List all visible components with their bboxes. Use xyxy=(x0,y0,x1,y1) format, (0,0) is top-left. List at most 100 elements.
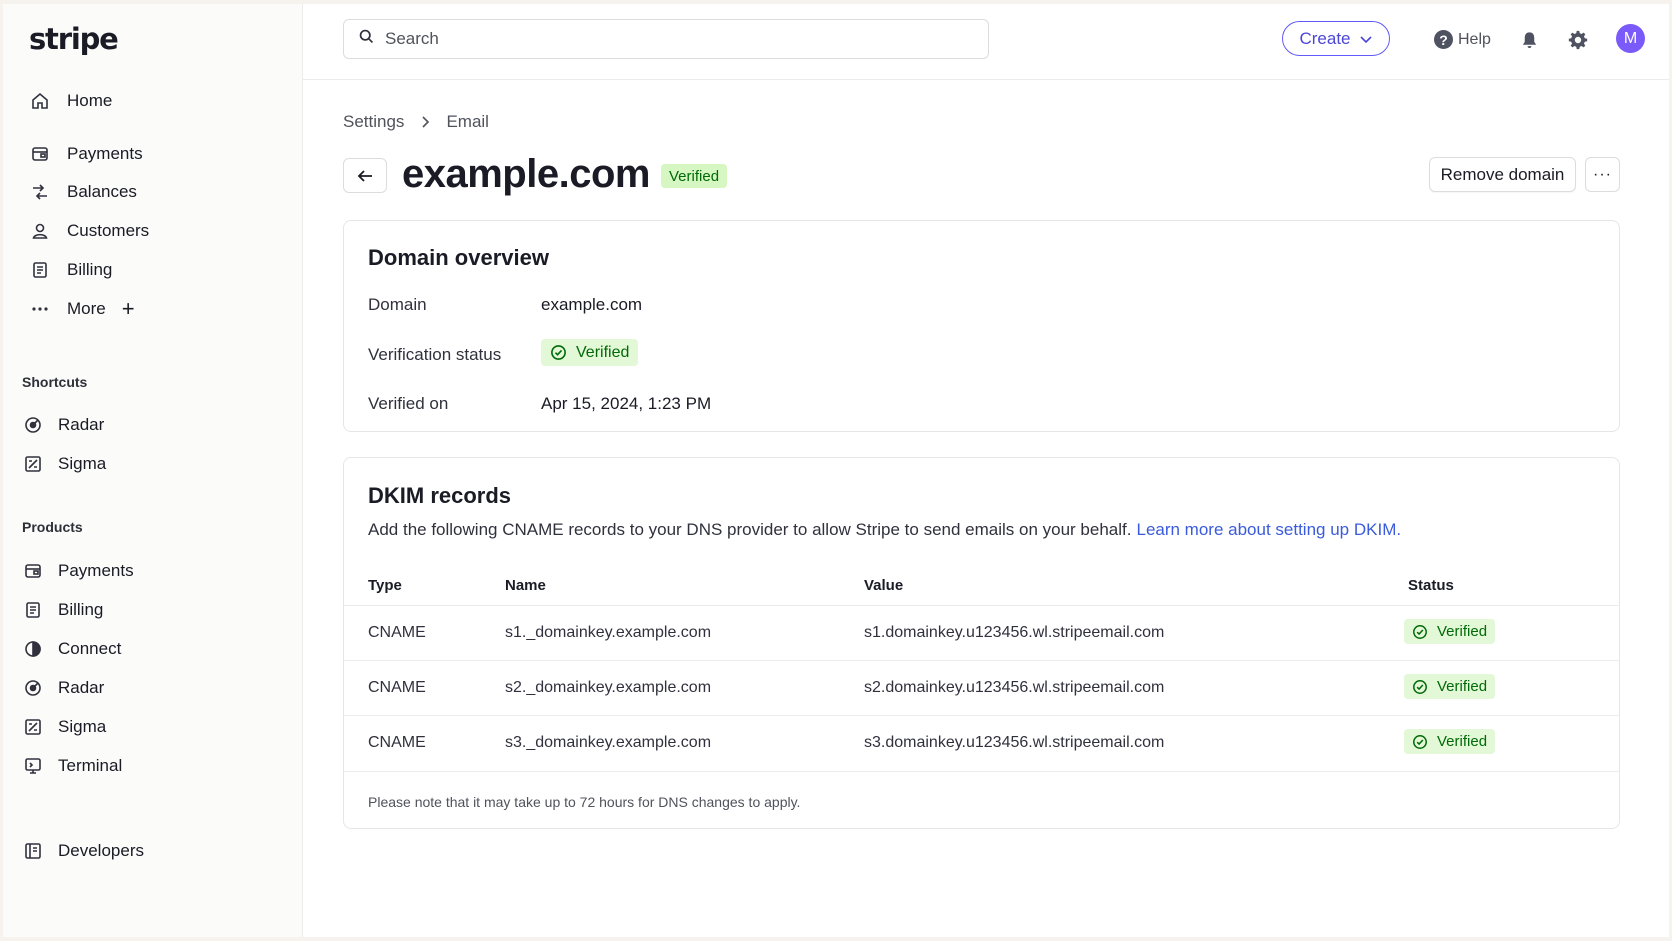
plus-icon[interactable]: + xyxy=(122,298,135,320)
sidebar-item-label: More xyxy=(67,299,106,318)
record-status: Verified xyxy=(1437,678,1488,695)
table-row: CNAME s3._domainkey.example.com s3.domai… xyxy=(344,715,1619,770)
create-button-label: Create xyxy=(1299,28,1351,48)
sidebar-item-label: Terminal xyxy=(58,756,123,775)
top-bar: Create ? Help M xyxy=(303,4,1669,80)
record-value[interactable]: s3.domainkey.u123456.wl.stripeemail.com xyxy=(864,734,1164,752)
verified-on-value: Apr 15, 2024, 1:23 PM xyxy=(541,394,712,413)
sidebar-item-payments[interactable]: Payments xyxy=(29,138,143,170)
column-header-name: Name xyxy=(505,577,546,594)
stripe-logo[interactable]: stripe xyxy=(29,22,119,56)
main-content: Settings Email example.com Verified Remo… xyxy=(303,80,1669,937)
search-input[interactable] xyxy=(385,29,945,49)
balances-icon xyxy=(29,181,51,203)
record-status: Verified xyxy=(1437,733,1488,750)
page-title: example.com xyxy=(402,152,650,196)
sidebar-item-radar-product[interactable]: Radar xyxy=(22,672,104,704)
sidebar-item-billing-product[interactable]: Billing xyxy=(22,594,103,626)
table-row: CNAME s2._domainkey.example.com s2.domai… xyxy=(344,660,1619,715)
search-icon xyxy=(358,28,375,50)
products-heading: Products xyxy=(22,519,83,535)
verification-status-badge: Verified xyxy=(541,339,639,366)
create-button[interactable]: Create xyxy=(1282,21,1390,56)
record-value[interactable]: s2.domainkey.u123456.wl.stripeemail.com xyxy=(864,679,1164,697)
billing-icon xyxy=(29,259,51,281)
verification-status-label: Verification status xyxy=(368,345,502,364)
check-circle-icon xyxy=(551,345,566,360)
record-name[interactable]: s1._domainkey.example.com xyxy=(505,624,711,642)
dns-note-text: Please note that it may take up to 72 ho… xyxy=(368,794,801,810)
avatar[interactable]: M xyxy=(1616,24,1645,53)
help-icon: ? xyxy=(1434,30,1453,49)
verified-on-label: Verified on xyxy=(368,394,449,413)
sidebar-item-label: Billing xyxy=(58,600,104,619)
home-icon xyxy=(29,90,51,112)
record-status-badge: Verified xyxy=(1404,619,1496,644)
check-circle-icon xyxy=(1413,624,1427,639)
shortcuts-heading: Shortcuts xyxy=(22,374,88,390)
sidebar-item-label: Billing xyxy=(67,260,113,279)
back-button[interactable] xyxy=(343,158,387,193)
dkim-records-card: DKIM records Add the following CNAME rec… xyxy=(343,457,1620,829)
app-window: stripe Home Payments Balances Customers xyxy=(3,4,1669,937)
sidebar-item-label: Sigma xyxy=(58,717,107,736)
sigma-icon xyxy=(22,453,44,475)
column-header-type: Type xyxy=(368,577,402,594)
help-button[interactable]: ? Help xyxy=(1434,30,1491,49)
sidebar-item-home[interactable]: Home xyxy=(29,85,112,117)
domain-value: example.com xyxy=(541,295,643,314)
record-name[interactable]: s2._domainkey.example.com xyxy=(505,679,711,697)
sidebar-item-radar-shortcut[interactable]: Radar xyxy=(22,409,104,441)
remove-domain-button[interactable]: Remove domain xyxy=(1429,157,1576,192)
sidebar-item-more[interactable]: More + xyxy=(29,293,135,325)
sidebar-item-label: Customers xyxy=(67,221,150,240)
record-name[interactable]: s3._domainkey.example.com xyxy=(505,734,711,752)
domain-overview-title: Domain overview xyxy=(368,245,549,270)
sidebar: stripe Home Payments Balances Customers xyxy=(3,4,303,937)
sidebar-item-label: Connect xyxy=(58,639,122,658)
dkim-description-text: Add the following CNAME records to your … xyxy=(368,520,1132,539)
dkim-description: Add the following CNAME records to your … xyxy=(368,520,1401,540)
sigma-icon xyxy=(22,716,44,738)
breadcrumb-email[interactable]: Email xyxy=(446,112,489,132)
gear-icon[interactable] xyxy=(1567,29,1589,56)
record-status-badge: Verified xyxy=(1404,729,1496,754)
sidebar-item-label: Home xyxy=(67,91,113,110)
record-status-badge: Verified xyxy=(1404,674,1496,699)
sidebar-item-label: Radar xyxy=(58,415,105,434)
terminal-icon xyxy=(22,755,44,777)
bell-icon[interactable] xyxy=(1520,30,1539,55)
connect-icon xyxy=(22,638,44,660)
sidebar-item-label: Payments xyxy=(67,144,143,163)
sidebar-item-label: Sigma xyxy=(58,454,107,473)
sidebar-item-billing[interactable]: Billing xyxy=(29,254,112,286)
search-box[interactable] xyxy=(343,19,989,59)
record-type: CNAME xyxy=(368,624,426,641)
more-options-button[interactable]: ··· xyxy=(1585,157,1620,192)
sidebar-item-sigma-shortcut[interactable]: Sigma xyxy=(22,448,106,480)
sidebar-item-balances[interactable]: Balances xyxy=(29,176,137,208)
chevron-right-icon xyxy=(420,115,430,129)
payments-icon xyxy=(29,143,51,165)
domain-label: Domain xyxy=(368,295,427,314)
arrow-left-icon xyxy=(357,169,372,182)
billing-icon xyxy=(22,599,44,621)
column-header-status: Status xyxy=(1408,577,1454,594)
breadcrumb-settings[interactable]: Settings xyxy=(343,112,404,132)
record-type: CNAME xyxy=(368,734,426,751)
sidebar-item-terminal[interactable]: Terminal xyxy=(22,750,122,782)
sidebar-item-payments-product[interactable]: Payments xyxy=(22,555,134,587)
sidebar-item-label: Radar xyxy=(58,678,105,697)
learn-more-dkim-link[interactable]: Learn more about setting up DKIM. xyxy=(1136,520,1401,539)
sidebar-item-sigma-product[interactable]: Sigma xyxy=(22,711,106,743)
breadcrumb: Settings Email xyxy=(343,112,489,132)
sidebar-item-customers[interactable]: Customers xyxy=(29,215,149,247)
developers-icon xyxy=(22,840,44,862)
more-dots-icon xyxy=(29,298,51,320)
radar-icon xyxy=(22,677,44,699)
sidebar-item-developers[interactable]: Developers xyxy=(22,835,144,867)
sidebar-item-connect[interactable]: Connect xyxy=(22,633,121,665)
record-type: CNAME xyxy=(368,679,426,696)
record-value[interactable]: s1.domainkey.u123456.wl.stripeemail.com xyxy=(864,624,1164,642)
payments-icon xyxy=(22,560,44,582)
